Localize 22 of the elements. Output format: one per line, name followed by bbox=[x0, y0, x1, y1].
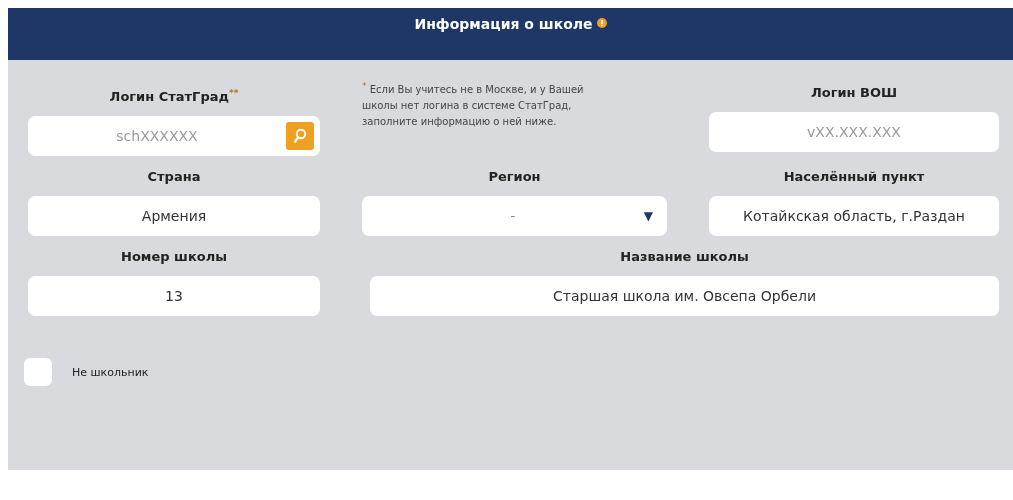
field-label: Регион bbox=[488, 168, 541, 187]
checkbox-label: Не школьник bbox=[72, 365, 149, 379]
checkbox[interactable] bbox=[24, 358, 52, 387]
field-label: Логин СтатГрад$^{**}$ bbox=[109, 87, 239, 107]
region-dropdown[interactable]: - ▼ bbox=[362, 196, 667, 237]
search-icon bbox=[293, 128, 307, 145]
input-field[interactable]: vXX.XXX.XXX bbox=[709, 112, 999, 152]
search-button[interactable] bbox=[286, 122, 314, 151]
input-field[interactable]: Котайкская область, г.Раздан bbox=[709, 196, 999, 237]
input-field[interactable]: Старшая школа им. Овсепа Орбели bbox=[370, 276, 999, 317]
input-field[interactable]: 13 bbox=[28, 276, 320, 317]
search-field[interactable]: schXXXXXX bbox=[28, 116, 320, 157]
input-field[interactable]: Армения bbox=[28, 196, 320, 237]
field-label: Логин ВОШ bbox=[810, 84, 898, 102]
field-label: Номер школы bbox=[121, 248, 227, 267]
field-label: Страна bbox=[147, 168, 201, 187]
info-icon bbox=[596, 18, 607, 28]
section-title: Информация о школе bbox=[414, 16, 593, 32]
field-label: Название школы bbox=[620, 248, 749, 267]
input-field[interactable]: schXXXXXX bbox=[28, 115, 286, 158]
info-note: $^{*}$ Если Вы учитесь не в Москве, и у Вашей школы нет логина в системе СтатГрад, заполните информацию о ней ниже. bbox=[362, 80, 585, 130]
field-label: Населённый пункт bbox=[783, 168, 925, 187]
